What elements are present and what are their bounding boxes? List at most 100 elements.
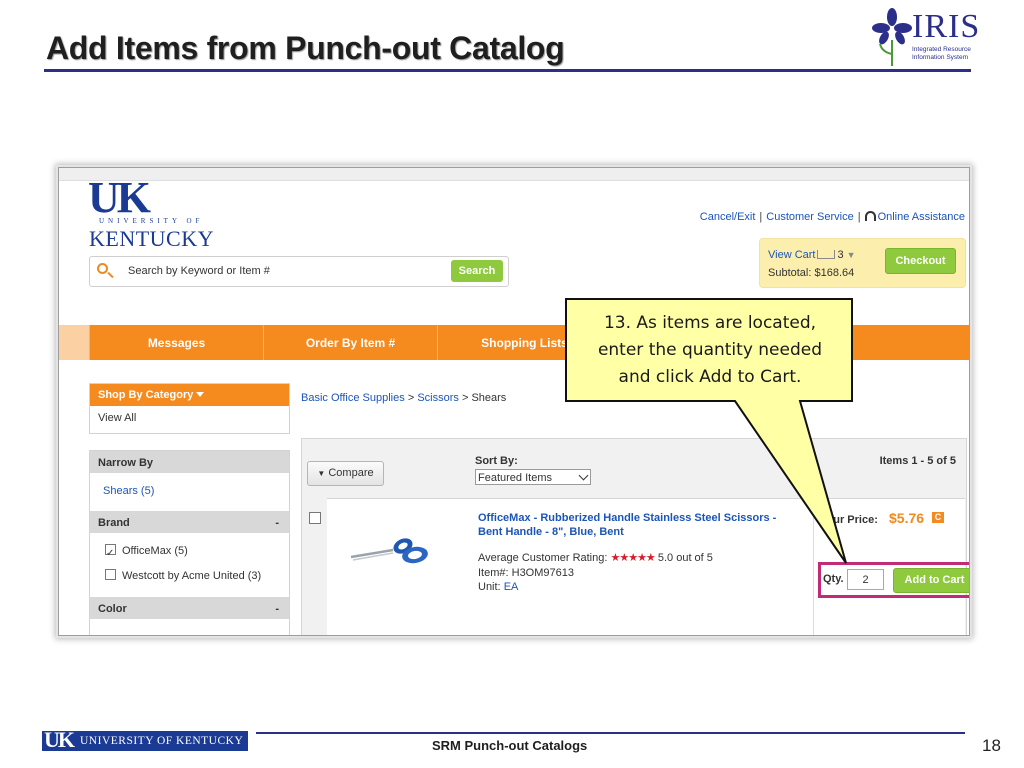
online-assistance-link[interactable]: Online Assistance — [878, 211, 965, 223]
shop-by-category-button[interactable]: Shop By Category — [90, 384, 289, 406]
product-title-rest: - Rubberized Handle Stainless Steel Scis… — [530, 512, 777, 524]
search-bar: Search by Keyword or Item # Search — [89, 256, 509, 287]
uk-logo-kentucky: KENTUCKY — [89, 226, 214, 251]
cart-summary: View Cart 3 ▼ Subtotal: $168.64 Checkout — [759, 238, 966, 288]
product-price: $5.76 — [889, 510, 925, 526]
product-meta: Average Customer Rating: ★★★★★ 5.0 out o… — [478, 551, 713, 595]
checkout-button[interactable]: Checkout — [885, 248, 956, 274]
add-to-cart-button[interactable]: Add to Cart — [893, 568, 969, 593]
breadcrumb-current: Shears — [471, 392, 507, 404]
brand-heading[interactable]: Brand - — [90, 511, 289, 533]
breadcrumb-separator: > — [407, 392, 415, 404]
view-cart[interactable]: View Cart 3 ▼ — [768, 249, 856, 261]
rating-label: Average Customer Rating: — [478, 552, 608, 564]
narrow-by-heading: Narrow By — [90, 451, 289, 473]
price-divider — [813, 499, 814, 635]
footer-uk-letters: UK — [44, 727, 75, 752]
footer-text: SRM Punch-out Catalogs — [432, 738, 588, 753]
callout-line1: 13. As items are located, — [603, 313, 817, 333]
iris-subtitle: Integrated Resource Information System — [912, 46, 982, 62]
view-cart-link[interactable]: View Cart — [768, 249, 815, 261]
product-brand: OfficeMax — [478, 512, 531, 524]
cart-subtotal: Subtotal: $168.64 — [768, 267, 854, 279]
breadcrumb-separator: > — [461, 392, 469, 404]
nav-order-by-item[interactable]: Order By Item # — [263, 325, 437, 360]
footer-rule — [256, 732, 965, 734]
brand-westcott[interactable]: Westcott by Acme United (3) — [90, 564, 289, 589]
breadcrumb: Basic Office Supplies > Scissors > Shear… — [301, 392, 506, 404]
cart-dropdown-icon[interactable]: ▼ — [847, 250, 856, 260]
chevron-down-icon — [578, 470, 589, 481]
compare-button[interactable]: ▼ Compare — [307, 461, 384, 486]
brand-officemax-label: OfficeMax (5) — [122, 545, 188, 557]
product-title-link[interactable]: OfficeMax - Rubberized Handle Stainless … — [478, 511, 818, 539]
top-links: Cancel/Exit | Customer Service | Online Assi… — [699, 211, 965, 223]
view-all-link[interactable]: View All — [90, 406, 289, 431]
narrow-by-panel: Narrow By Shears (5) Brand - OfficeMax (5… — [89, 450, 290, 635]
item-number: Item#: H3OM97613 — [478, 566, 574, 579]
brand-westcott-checkbox[interactable] — [105, 569, 116, 580]
collapse-icon[interactable]: - — [275, 597, 279, 621]
search-button[interactable]: Search — [451, 260, 503, 282]
browser-top-strip — [59, 168, 969, 181]
breadcrumb-basic-office-supplies[interactable]: Basic Office Supplies — [301, 392, 405, 404]
quantity-input[interactable]: 2 — [847, 569, 884, 590]
punchout-screenshot: UK UNIVERSITY OF KENTUCKY Cancel/Exit | Cu… — [58, 167, 970, 636]
shop-by-category-label: Shop By Category — [98, 389, 194, 401]
compare-label: Compare — [328, 467, 374, 479]
page-number: 18 — [982, 736, 1001, 755]
iris-wordmark: IRIS — [912, 8, 981, 45]
footer-uk-logo: UK UNIVERSITY OF KENTUCKY — [42, 727, 248, 752]
slide-title: Add Items from Punch-out Catalog — [46, 30, 565, 66]
brand-officemax-checkbox[interactable] — [105, 541, 116, 566]
product-title-line2: Bent Handle - 8", Blue, Bent — [478, 526, 624, 538]
qty-add-highlight: Qty. 2 Add to Cart — [818, 562, 969, 598]
search-icon-handle — [107, 271, 114, 279]
iris-flower-icon — [872, 8, 912, 66]
nav-lead — [59, 325, 89, 360]
iris-subtitle-line2: Information System — [912, 54, 968, 61]
iris-subtitle-line1: Integrated Resource — [912, 46, 971, 53]
uk-logo-university: UNIVERSITY OF — [99, 217, 204, 225]
caret-down-icon — [196, 392, 205, 397]
subtotal-label: Subtotal: — [768, 267, 812, 279]
product-compare-checkbox[interactable] — [309, 512, 321, 524]
brand-westcott-label: Westcott by Acme United (3) — [122, 570, 262, 582]
caret-down-icon: ▼ — [317, 469, 326, 478]
scissors-icon — [350, 538, 428, 564]
color-heading[interactable]: Color - — [90, 597, 289, 619]
footer-university-text: UNIVERSITY OF KENTUCKY — [80, 735, 244, 747]
facet-shears[interactable]: Shears (5) — [90, 473, 289, 511]
sort-select[interactable]: Featured Items — [475, 469, 591, 485]
cart-icon — [817, 250, 836, 259]
search-input[interactable]: Search by Keyword or Item # — [128, 265, 270, 277]
headset-icon — [864, 211, 876, 221]
callout-line3: and click Add to Cart. — [618, 367, 802, 387]
uk-logo-letters: UK — [88, 173, 151, 222]
brand-heading-label: Brand — [98, 517, 130, 529]
brand-officemax[interactable]: OfficeMax (5) — [90, 539, 289, 566]
title-rule — [44, 69, 971, 72]
unit-value-link[interactable]: EA — [504, 581, 519, 593]
rating-stars-icon: ★★★★★ — [610, 552, 655, 564]
product-row: OfficeMax - Rubberized Handle Stainless … — [327, 498, 969, 635]
results-panel: ▼ Compare Sort By: Featured Items Items … — [301, 438, 969, 635]
nav-messages[interactable]: Messages — [89, 325, 263, 360]
breadcrumb-scissors[interactable]: Scissors — [417, 392, 459, 404]
contract-badge: C — [932, 512, 944, 523]
rating-value: 5.0 out of 5 — [657, 552, 713, 564]
iris-logo: IRIS Integrated Resource Information Sys… — [872, 6, 979, 70]
sort-select-value: Featured Items — [478, 472, 552, 484]
items-count: Items 1 - 5 of 5 — [879, 455, 956, 467]
your-price-label: Your Price: — [820, 514, 878, 526]
sort-by-label: Sort By: — [475, 455, 518, 467]
shop-by-category: Shop By Category View All — [89, 383, 290, 434]
collapse-icon[interactable]: - — [275, 511, 279, 535]
callout-text: 13. As items are located, enter the quan… — [570, 310, 850, 391]
cancel-exit-link[interactable]: Cancel/Exit — [700, 211, 756, 223]
qty-label: Qty. — [823, 573, 844, 585]
customer-service-link[interactable]: Customer Service — [766, 211, 853, 223]
subtotal-value: $168.64 — [814, 267, 855, 279]
callout-line2: enter the quantity needed — [597, 340, 823, 360]
unit-label: Unit: — [478, 581, 501, 593]
